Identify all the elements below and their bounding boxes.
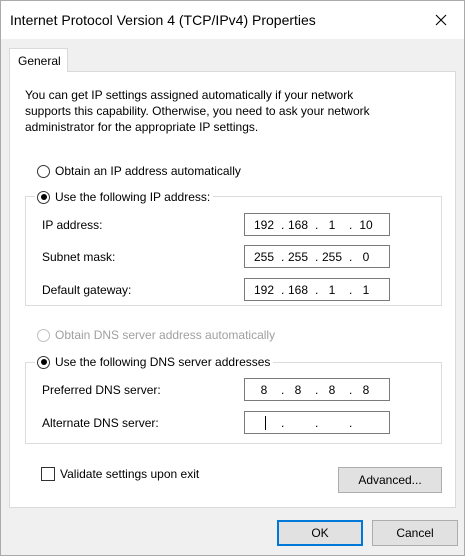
ip-settings-group: IP address: 192 . 168 . 1 . 10 Subnet ma… — [25, 196, 442, 306]
dns-manual-radio[interactable] — [37, 355, 50, 369]
ip-manual-label: Use the following IP address: — [55, 190, 211, 204]
validate-label: Validate settings upon exit — [60, 467, 200, 481]
tab-general[interactable]: General — [9, 48, 68, 72]
close-button[interactable] — [418, 1, 464, 39]
window-title: Internet Protocol Version 4 (TCP/IPv4) P… — [10, 12, 316, 28]
subnet-mask-input[interactable]: 255 . 255 . 255 . 0 — [244, 245, 390, 268]
dns-auto-label: Obtain DNS server address automatically — [55, 328, 276, 342]
ip-address-label: IP address: — [42, 218, 103, 232]
ip-manual-option[interactable]: Use the following IP address: — [35, 189, 214, 205]
dns-settings-group: Preferred DNS server: 8 . 8 . 8 . 8 Alte… — [25, 362, 442, 444]
subnet-mask-label: Subnet mask: — [42, 250, 116, 264]
alternate-dns-label: Alternate DNS server: — [42, 416, 159, 430]
advanced-button[interactable]: Advanced... — [338, 467, 442, 493]
validate-checkbox[interactable] — [41, 467, 55, 481]
ip-auto-option[interactable]: Obtain an IP address automatically — [37, 163, 241, 179]
general-panel: You can get IP settings assigned automat… — [9, 71, 456, 508]
title-bar: Internet Protocol Version 4 (TCP/IPv4) P… — [1, 1, 464, 39]
ip-auto-radio[interactable] — [37, 164, 50, 178]
alternate-dns-input[interactable]: . . . — [244, 411, 390, 434]
default-gateway-label: Default gateway: — [42, 283, 132, 297]
preferred-dns-label: Preferred DNS server: — [42, 383, 161, 397]
ok-button[interactable]: OK — [277, 520, 363, 546]
text-caret — [265, 416, 266, 430]
ip-manual-radio[interactable] — [37, 190, 50, 204]
close-icon — [435, 14, 447, 26]
default-gateway-input[interactable]: 192 . 168 . 1 . 1 — [244, 278, 390, 301]
dns-manual-option[interactable]: Use the following DNS server addresses — [35, 354, 274, 370]
cancel-button[interactable]: Cancel — [372, 520, 458, 546]
dns-auto-radio[interactable] — [37, 328, 50, 342]
preferred-dns-input[interactable]: 8 . 8 . 8 . 8 — [244, 378, 390, 401]
dns-manual-label: Use the following DNS server addresses — [55, 355, 271, 369]
description-text: You can get IP settings assigned automat… — [25, 88, 370, 134]
ip-auto-label: Obtain an IP address automatically — [55, 164, 241, 178]
dns-auto-option[interactable]: Obtain DNS server address automatically — [37, 327, 275, 343]
validate-option[interactable]: Validate settings upon exit — [41, 467, 199, 481]
ip-address-input[interactable]: 192 . 168 . 1 . 10 — [244, 213, 390, 236]
properties-dialog: Internet Protocol Version 4 (TCP/IPv4) P… — [0, 0, 465, 556]
